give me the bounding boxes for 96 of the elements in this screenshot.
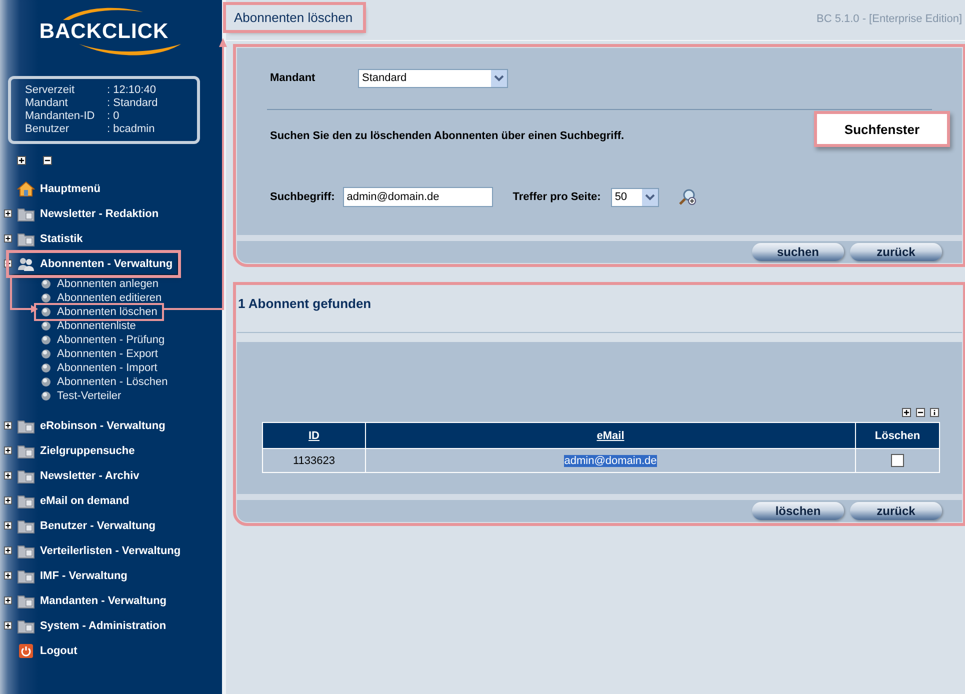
collapse-icon[interactable] bbox=[916, 408, 925, 417]
magnifier-plus-icon[interactable] bbox=[678, 188, 697, 206]
folder-icon bbox=[17, 468, 35, 484]
submenu-item[interactable]: Abonnenten löschen bbox=[37, 306, 162, 318]
submenu-item[interactable]: Abonnenten - Export bbox=[41, 348, 162, 360]
info-label: Mandanten-ID bbox=[25, 110, 96, 123]
menu-item[interactable]: eMail on demand bbox=[17, 490, 136, 510]
menu-item[interactable]: IMF - Verwaltung bbox=[17, 566, 134, 586]
search-term-field[interactable]: admin@domain.de bbox=[342, 187, 493, 207]
search-term-label: Suchbegriff: bbox=[270, 191, 335, 203]
submenu-item[interactable]: Abonnenten - Prüfung bbox=[41, 334, 169, 346]
bullet-icon bbox=[41, 321, 51, 331]
info-label: Serverzeit bbox=[25, 84, 76, 97]
chevron-down-icon bbox=[491, 70, 507, 86]
bullet-icon bbox=[41, 377, 51, 387]
collapse-all-icon[interactable] bbox=[43, 156, 52, 165]
submenu-item[interactable]: Abonnenten anlegen bbox=[41, 278, 163, 290]
chevron-down-icon bbox=[642, 188, 658, 206]
bullet-icon bbox=[41, 293, 51, 303]
expand-icon[interactable] bbox=[4, 209, 12, 218]
expand-all-icon[interactable] bbox=[17, 156, 26, 165]
page-title: Abonnenten löschen bbox=[226, 5, 363, 30]
menu-item[interactable]: Statistik bbox=[17, 228, 89, 248]
menu-item[interactable]: Abonnenten - Verwaltung bbox=[10, 254, 177, 274]
expand-icon[interactable] bbox=[4, 446, 12, 455]
hits-per-page-label: Treffer pro Seite: bbox=[512, 191, 601, 203]
submenu-item[interactable]: Abonnenten editieren bbox=[41, 292, 166, 304]
expand-icon[interactable] bbox=[4, 471, 12, 480]
mandant-label: Mandant bbox=[270, 72, 316, 84]
menu-item[interactable]: eRobinson - Verwaltung bbox=[17, 416, 172, 436]
menu-item[interactable]: Newsletter - Archiv bbox=[17, 466, 146, 486]
submenu-item[interactable]: Abonnentenliste bbox=[41, 320, 140, 332]
menu-item[interactable]: Mandanten - Verwaltung bbox=[17, 590, 173, 610]
action-button[interactable]: zurück bbox=[850, 502, 942, 520]
logo: BACKCLICK bbox=[0, 0, 222, 70]
expand-icon[interactable] bbox=[4, 234, 12, 243]
folder-icon bbox=[17, 542, 35, 558]
info-value: : 0 bbox=[107, 110, 120, 123]
info-value: : bcadmin bbox=[107, 123, 156, 136]
expand-icon[interactable] bbox=[4, 421, 12, 430]
folder-icon bbox=[17, 618, 35, 634]
column-header[interactable]: ID bbox=[262, 422, 366, 448]
info-label: Benutzer bbox=[25, 123, 70, 136]
folder-icon bbox=[17, 418, 35, 434]
expand-icon[interactable] bbox=[4, 546, 12, 555]
bullet-icon bbox=[41, 335, 51, 345]
expand-icon[interactable] bbox=[4, 621, 12, 630]
expand-icon[interactable] bbox=[4, 596, 12, 605]
power-icon bbox=[17, 642, 35, 658]
expand-icon[interactable] bbox=[902, 408, 911, 417]
folder-icon bbox=[17, 206, 35, 222]
folder-icon bbox=[17, 592, 35, 608]
bullet-icon bbox=[41, 349, 51, 359]
info-label: Mandant bbox=[25, 97, 69, 110]
menu-item[interactable]: Zielgruppensuche bbox=[17, 440, 141, 460]
expand-icon[interactable] bbox=[4, 521, 12, 530]
house-icon bbox=[17, 180, 35, 196]
folder-icon bbox=[17, 230, 35, 246]
menu-item[interactable]: Logout bbox=[17, 640, 84, 660]
users-icon bbox=[17, 256, 35, 272]
bullet-icon bbox=[41, 307, 51, 317]
folder-icon bbox=[17, 518, 35, 534]
submenu-item[interactable]: Abonnenten - Löschen bbox=[41, 376, 172, 388]
menu-item[interactable]: Benutzer - Verwaltung bbox=[17, 516, 162, 536]
action-button[interactable]: suchen bbox=[752, 243, 844, 261]
column-header[interactable]: eMail bbox=[366, 422, 856, 448]
folder-icon bbox=[17, 492, 35, 508]
info-value: : Standard bbox=[107, 97, 159, 110]
expand-icon[interactable] bbox=[4, 571, 12, 580]
results-heading: 1 Abonnent gefunden bbox=[238, 296, 372, 311]
annotation-arrow bbox=[10, 277, 38, 313]
search-instructions: Suchen Sie den zu löschenden Abonnenten über einen Suchbegriff. bbox=[270, 130, 626, 142]
menu-item[interactable]: Verteilerlisten - Verwaltung bbox=[17, 540, 187, 560]
folder-icon bbox=[17, 442, 35, 458]
delete-checkbox[interactable] bbox=[891, 454, 904, 467]
folder-icon bbox=[17, 568, 35, 584]
mandant-select[interactable]: Standard bbox=[358, 68, 508, 88]
info-value: : 12:10:40 bbox=[107, 84, 157, 97]
callout-label: Suchfenster bbox=[814, 111, 950, 147]
submenu-item[interactable]: Abonnenten - Import bbox=[41, 362, 162, 374]
menu-item[interactable]: System - Administration bbox=[17, 616, 172, 636]
hits-per-page-select[interactable]: 50 bbox=[610, 188, 659, 206]
info-icon[interactable] bbox=[930, 408, 939, 417]
menu-item[interactable]: Hauptmenü bbox=[17, 178, 106, 198]
table-cell: admin@domain.de bbox=[366, 448, 856, 472]
bullet-icon bbox=[41, 391, 51, 401]
menu-item[interactable]: Newsletter - Redaktion bbox=[17, 204, 165, 224]
action-button[interactable]: löschen bbox=[752, 502, 844, 520]
column-header: Löschen bbox=[856, 422, 940, 448]
expand-icon[interactable] bbox=[4, 496, 12, 505]
bullet-icon bbox=[41, 363, 51, 373]
action-button[interactable]: zurück bbox=[850, 243, 942, 261]
bullet-icon bbox=[41, 279, 51, 289]
version-label: BC 5.1.0 - [Enterprise Edition] bbox=[816, 12, 962, 25]
table-cell: 1133623 bbox=[262, 448, 366, 472]
submenu-item[interactable]: Test-Verteiler bbox=[41, 390, 126, 402]
